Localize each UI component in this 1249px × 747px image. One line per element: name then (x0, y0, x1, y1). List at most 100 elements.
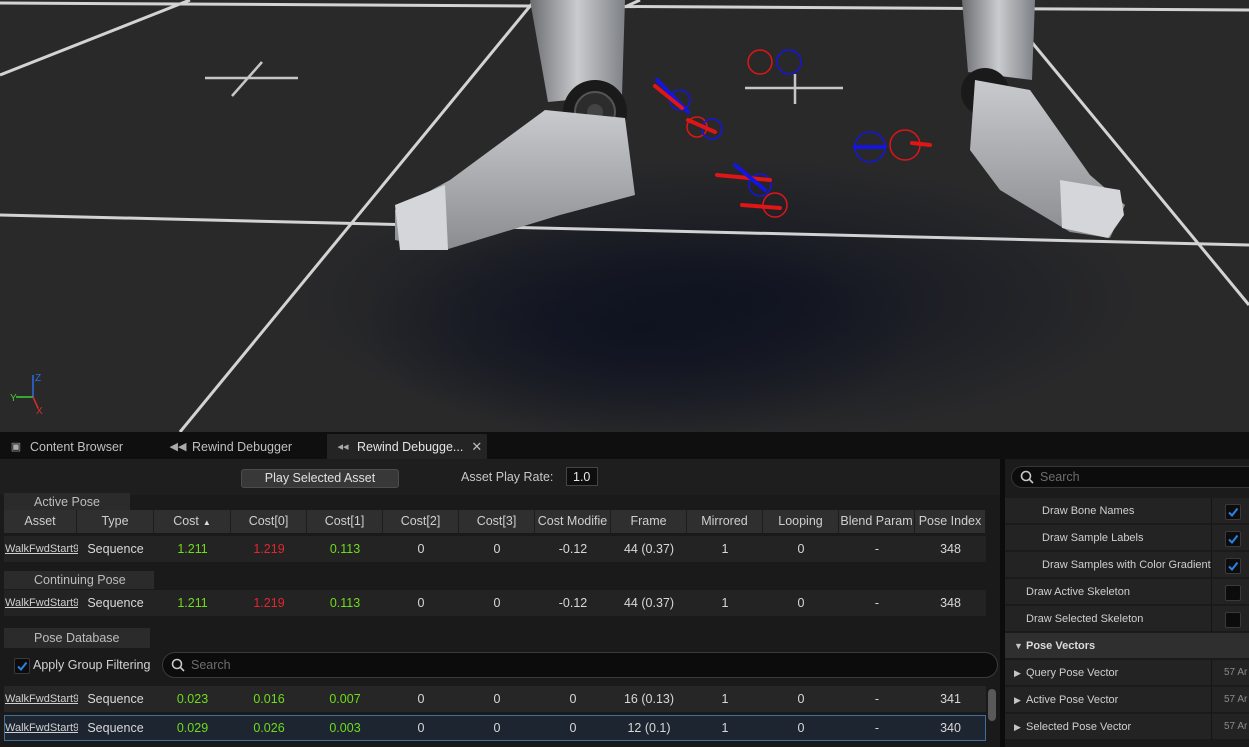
property-label: Pose Vectors (1026, 640, 1096, 652)
draw-sample-labels-checkbox[interactable] (1225, 531, 1241, 547)
tab-content-browser[interactable]: ▣ Content Browser (0, 434, 160, 459)
column-header-asset[interactable]: Asset (4, 510, 77, 533)
property-value: 57 Ar (1224, 721, 1248, 732)
column-header-cost-1[interactable]: Cost[1] (307, 510, 383, 533)
tab-label: Rewind Debugger (192, 439, 293, 454)
cell-cost-0: 1.219 (253, 542, 285, 556)
play-selected-asset-button[interactable]: Play Selected Asset (241, 469, 399, 488)
column-header-frame[interactable]: Frame (611, 510, 687, 533)
cell-asset[interactable]: WalkFwdStart9 (4, 715, 78, 741)
column-header-blend-param[interactable]: Blend Param (839, 510, 915, 533)
cell-pose-index: 341 (940, 692, 961, 706)
viewport[interactable]: Z Y X (0, 0, 1249, 432)
checkmark-icon (1228, 561, 1239, 572)
cell-cost-3: 0 (493, 692, 501, 706)
details-search-input[interactable]: Search (1011, 466, 1249, 488)
cell-cost-modifier: 0 (569, 692, 577, 706)
draw-samples-with-color-gradient-checkbox[interactable] (1225, 558, 1241, 574)
column-header-cost[interactable]: Cost ▲ (154, 510, 231, 533)
checkmark-icon (1228, 534, 1239, 545)
draw-active-skeleton-checkbox[interactable] (1225, 585, 1241, 601)
apply-group-filtering-label: Apply Group Filtering (33, 658, 151, 672)
panel-toolbar: Play Selected Asset Asset Play Rate: 1.0 (0, 459, 1000, 495)
database-row-selected[interactable]: WalkFwdStart9 Sequence 0.029 0.026 0.003 0 0 0 1… (4, 715, 986, 741)
cell-blend-param: - (874, 692, 880, 706)
column-header-cost-3[interactable]: Cost[3] (459, 510, 535, 533)
cell-mirrored: 1 (721, 692, 729, 706)
column-divider (1211, 606, 1212, 632)
checkmark-icon (1228, 507, 1239, 518)
database-search-input[interactable]: Search (162, 652, 998, 678)
cell-asset[interactable]: WalkFwdStart9 (4, 686, 78, 712)
category-pose-vectors[interactable]: ▼ Pose Vectors (1005, 633, 1249, 659)
column-header-cost-0[interactable]: Cost[0] (231, 510, 307, 533)
tab-rewind-debugger[interactable]: ◀◀ Rewind Debugger (162, 434, 325, 459)
draw-bone-names-checkbox[interactable] (1225, 504, 1241, 520)
chevron-down-icon[interactable]: ▼ (1014, 633, 1023, 659)
property-draw-selected-skeleton[interactable]: Draw Selected Skeleton (1005, 606, 1249, 632)
cell-cost-2: 0 (417, 692, 425, 706)
column-header-cost-2[interactable]: Cost[2] (383, 510, 459, 533)
property-draw-bone-names[interactable]: Draw Bone Names (1005, 498, 1249, 524)
chevron-right-icon[interactable]: ▶ (1014, 714, 1021, 740)
scene-render: Z Y X (0, 0, 1249, 432)
column-header-looping[interactable]: Looping (763, 510, 839, 533)
cell-asset[interactable]: WalkFwdStart9 (4, 590, 78, 616)
column-header-cost-modifier[interactable]: Cost Modifie (535, 510, 611, 533)
column-divider (1211, 714, 1212, 740)
property-draw-sample-labels[interactable]: Draw Sample Labels (1005, 525, 1249, 551)
asset-play-rate-input[interactable]: 1.0 (566, 467, 598, 486)
cell-cost-0: 1.219 (253, 596, 285, 610)
cell-pose-index: 340 (940, 721, 961, 735)
cell-cost: 1.211 (177, 596, 208, 610)
property-label: Draw Samples with Color Gradient (1042, 559, 1211, 571)
cell-mirrored: 1 (721, 721, 729, 735)
column-header-pose-index[interactable]: Pose Index (915, 510, 986, 533)
pose-search-panel: Play Selected Asset Asset Play Rate: 1.0… (0, 459, 1000, 747)
column-divider (1211, 579, 1212, 605)
cell-cost-2: 0 (417, 596, 425, 610)
property-query-pose-vector[interactable]: ▶ Query Pose Vector 57 Ar (1005, 660, 1249, 686)
cell-looping: 0 (797, 596, 805, 610)
property-label: Draw Selected Skeleton (1026, 613, 1144, 625)
cell-type: Sequence (87, 721, 144, 735)
cell-looping: 0 (797, 721, 805, 735)
property-label: Query Pose Vector (1026, 667, 1119, 679)
column-header-type[interactable]: Type (77, 510, 154, 533)
cell-asset[interactable]: WalkFwdStart9 (4, 536, 78, 562)
content-browser-icon: ▣ (10, 441, 22, 453)
property-active-pose-vector[interactable]: ▶ Active Pose Vector 57 Ar (1005, 687, 1249, 713)
cell-frame: 44 (0.37) (623, 542, 675, 556)
property-draw-active-skeleton[interactable]: Draw Active Skeleton (1005, 579, 1249, 605)
cell-looping: 0 (797, 542, 805, 556)
cell-cost-1: 0.113 (329, 596, 361, 610)
rewind-details-icon: ◂◂ (337, 441, 349, 453)
chevron-right-icon[interactable]: ▶ (1014, 660, 1021, 686)
close-icon[interactable]: ✕ (471, 439, 482, 455)
cell-cost-0: 0.016 (253, 692, 285, 706)
cell-cost-modifier: -0.12 (558, 542, 588, 556)
active-pose-label: Active Pose (4, 493, 130, 511)
apply-group-filtering-checkbox[interactable] (14, 658, 30, 674)
property-selected-pose-vector[interactable]: ▶ Selected Pose Vector 57 Ar (1005, 714, 1249, 740)
table-scrollbar[interactable] (988, 689, 996, 721)
column-header-mirrored[interactable]: Mirrored (687, 510, 763, 533)
search-icon (1020, 470, 1034, 484)
property-draw-samples-with-color-gradient[interactable]: Draw Samples with Color Gradient (1005, 552, 1249, 578)
cell-looping: 0 (797, 692, 805, 706)
column-divider (1211, 660, 1212, 686)
tab-rewind-debugger-details[interactable]: ◂◂ Rewind Debugge... ✕ (327, 434, 487, 459)
pose-database-label: Pose Database (4, 628, 150, 648)
property-label: Draw Sample Labels (1042, 532, 1144, 544)
cell-pose-index: 348 (940, 596, 961, 610)
draw-selected-skeleton-checkbox[interactable] (1225, 612, 1241, 628)
property-value: 57 Ar (1224, 694, 1248, 705)
database-row[interactable]: WalkFwdStart9 Sequence 0.023 0.016 0.007 0 0 0 1… (4, 686, 986, 712)
details-panel: Search Draw Bone Names Draw Sample Labels… (1005, 459, 1249, 747)
cell-cost-2: 0 (417, 721, 425, 735)
cell-cost-0: 0.026 (253, 721, 285, 735)
active-pose-row[interactable]: WalkFwdStart9 Sequence 1.211 1.219 0.113 0 0 -0… (4, 536, 986, 562)
continuing-pose-row[interactable]: WalkFwdStart9 Sequence 1.211 1.219 0.113 0 0 -0… (4, 590, 986, 616)
chevron-right-icon[interactable]: ▶ (1014, 687, 1021, 713)
property-label: Selected Pose Vector (1026, 721, 1132, 733)
